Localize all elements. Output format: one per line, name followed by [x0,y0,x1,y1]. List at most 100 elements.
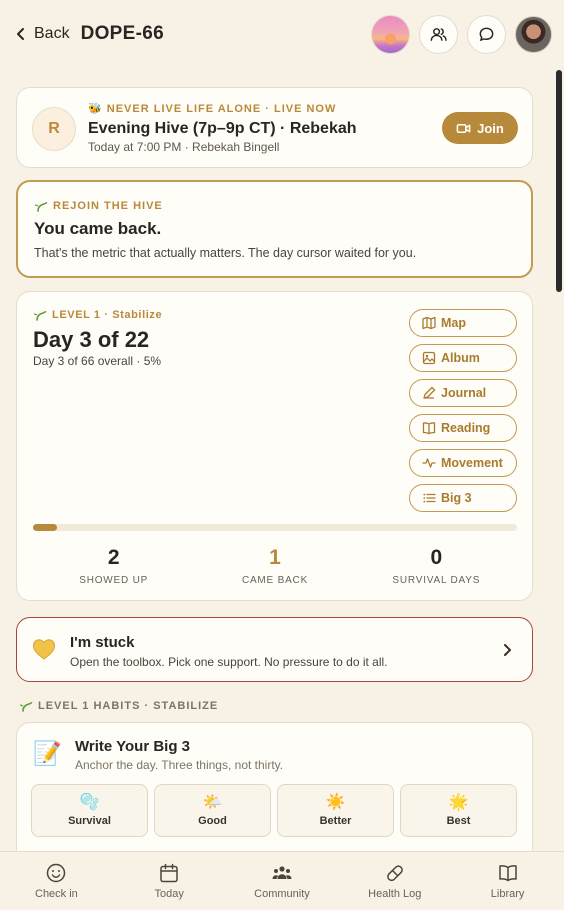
sun-icon: ☀️ [325,794,346,811]
stat-value: 2 [107,546,120,569]
sprout-icon [19,701,33,712]
level-kicker: LEVEL 1 · Stabilize [33,309,162,321]
level-kicker-text: LEVEL 1 · Stabilize [52,309,163,321]
im-stuck-card[interactable]: I'm stuck Open the toolbox. Pick one sup… [16,617,533,682]
journal-label: Journal [441,386,487,400]
video-icon [456,123,471,133]
option-label: Survival [68,815,111,827]
chat-button[interactable] [467,14,506,54]
nav-label: Today [154,888,184,900]
option-better[interactable]: ☀️ Better [277,784,394,837]
habit-level-options: 🫧 Survival 🌤️ Good ☀️ Better 🌟 Best [31,784,517,837]
stat-came-back: 1 CAME BACK [194,546,355,586]
habits-section-label: LEVEL 1 HABITS · STABILIZE [38,700,219,712]
star-icon: 🌟 [448,794,469,811]
nav-community[interactable]: Community [226,852,339,910]
nav-check-in[interactable]: Check in [0,852,113,910]
option-best[interactable]: 🌟 Best [400,784,517,837]
bubbles-icon: 🫧 [79,794,100,811]
nav-label: Health Log [368,888,422,900]
nav-label: Check in [35,888,78,900]
option-good[interactable]: 🌤️ Good [154,784,271,837]
journal-button[interactable]: Journal [409,379,517,407]
chevron-left-icon [17,28,24,40]
day-counter: Day 3 of 22 [33,327,150,352]
heart-icon [32,639,56,660]
habits-section-heading: LEVEL 1 HABITS · STABILIZE [19,700,218,712]
join-label: Join [477,120,504,136]
bee-icon: 🐝 [88,103,103,115]
library-icon [498,865,517,882]
people-icon [430,27,447,41]
option-label: Good [198,815,227,827]
nav-label: Community [254,888,310,900]
big3-button[interactable]: Big 3 [409,484,517,512]
habit-subtitle: Anchor the day. Three things, not thirty… [75,758,284,772]
progress-fill [33,524,58,531]
stat-survival-days: 0 SURVIVAL DAYS [356,546,517,586]
live-subtitle: Today at 7:00 PM · Rebekah Bingell [88,140,280,154]
map-button[interactable]: Map [409,309,517,337]
join-button[interactable]: Join [442,112,518,144]
host-avatar: R [32,107,76,151]
stat-value: 0 [430,546,443,569]
sprout-icon [33,310,47,321]
smile-icon [47,863,66,883]
back-label: Back [34,25,70,42]
calendar-icon [160,863,178,883]
back-button[interactable]: Back [14,25,70,43]
rejoin-body: That's the metric that actually matters.… [34,246,417,260]
live-session-card: R 🐝 NEVER LIVE LIFE ALONE · LIVE NOW Eve… [16,87,533,168]
map-icon [422,316,436,330]
habit-card-big3: 📝 Write Your Big 3 Anchor the day. Three… [16,722,533,872]
option-label: Better [319,815,352,827]
live-kicker: 🐝 NEVER LIVE LIFE ALONE · LIVE NOW [88,102,336,115]
option-label: Best [446,815,471,827]
people-button[interactable] [419,14,458,54]
big3-label: Big 3 [441,491,472,505]
scrollbar-thumb[interactable] [556,70,562,292]
pulse-icon [422,458,436,468]
rejoin-kicker: REJOIN THE HIVE [34,200,163,212]
live-title: Evening Hive (7p–9p CT) · Rebekah [88,120,357,137]
stat-label: SURVIVAL DAYS [392,575,481,586]
community-icon [272,866,292,879]
live-kicker-text: NEVER LIVE LIFE ALONE · LIVE NOW [106,103,337,115]
stat-showed-up: 2 SHOWED UP [33,546,194,586]
stat-label: CAME BACK [241,575,309,586]
day-overall: Day 3 of 66 overall · 5% [33,354,162,368]
rejoin-kicker-text: REJOIN THE HIVE [53,200,163,212]
stat-value: 1 [269,546,281,569]
memo-icon: 📝 [33,740,62,766]
nav-library[interactable]: Library [451,852,564,910]
map-label: Map [441,316,466,330]
reading-label: Reading [441,421,491,435]
rejoin-card: REJOIN THE HIVE You came back. That's th… [16,180,533,278]
top-bar: Back DOPE-66 [0,0,564,68]
quick-actions: Map Album Journal Reading Movement Big 3 [409,309,517,512]
sunset-avatar[interactable] [371,14,410,54]
user-avatar[interactable] [515,15,552,53]
nav-label: Library [490,888,525,900]
nav-health-log[interactable]: Health Log [338,852,451,910]
album-label: Album [441,351,480,365]
bottom-navigation: Check in Today Community Health Log Libr… [0,851,564,910]
reading-button[interactable]: Reading [409,414,517,442]
journey-progress-bar [33,524,517,531]
stats-row: 2 SHOWED UP 1 CAME BACK 0 SURVIVAL DAYS [33,546,517,586]
stat-label: SHOWED UP [79,575,149,586]
book-icon [422,422,436,435]
movement-label: Movement [441,456,503,470]
movement-button[interactable]: Movement [409,449,517,477]
chat-icon [479,27,494,41]
nav-today[interactable]: Today [113,852,226,910]
pencil-icon [423,386,436,399]
list-icon [423,493,436,503]
stuck-title: I'm stuck [70,634,135,651]
option-survival[interactable]: 🫧 Survival [31,784,148,837]
sun-cloud-icon: 🌤️ [202,794,223,811]
chevron-right-icon [504,644,511,656]
pill-icon [386,865,403,882]
album-button[interactable]: Album [409,344,517,372]
rejoin-title: You came back. [34,219,162,238]
